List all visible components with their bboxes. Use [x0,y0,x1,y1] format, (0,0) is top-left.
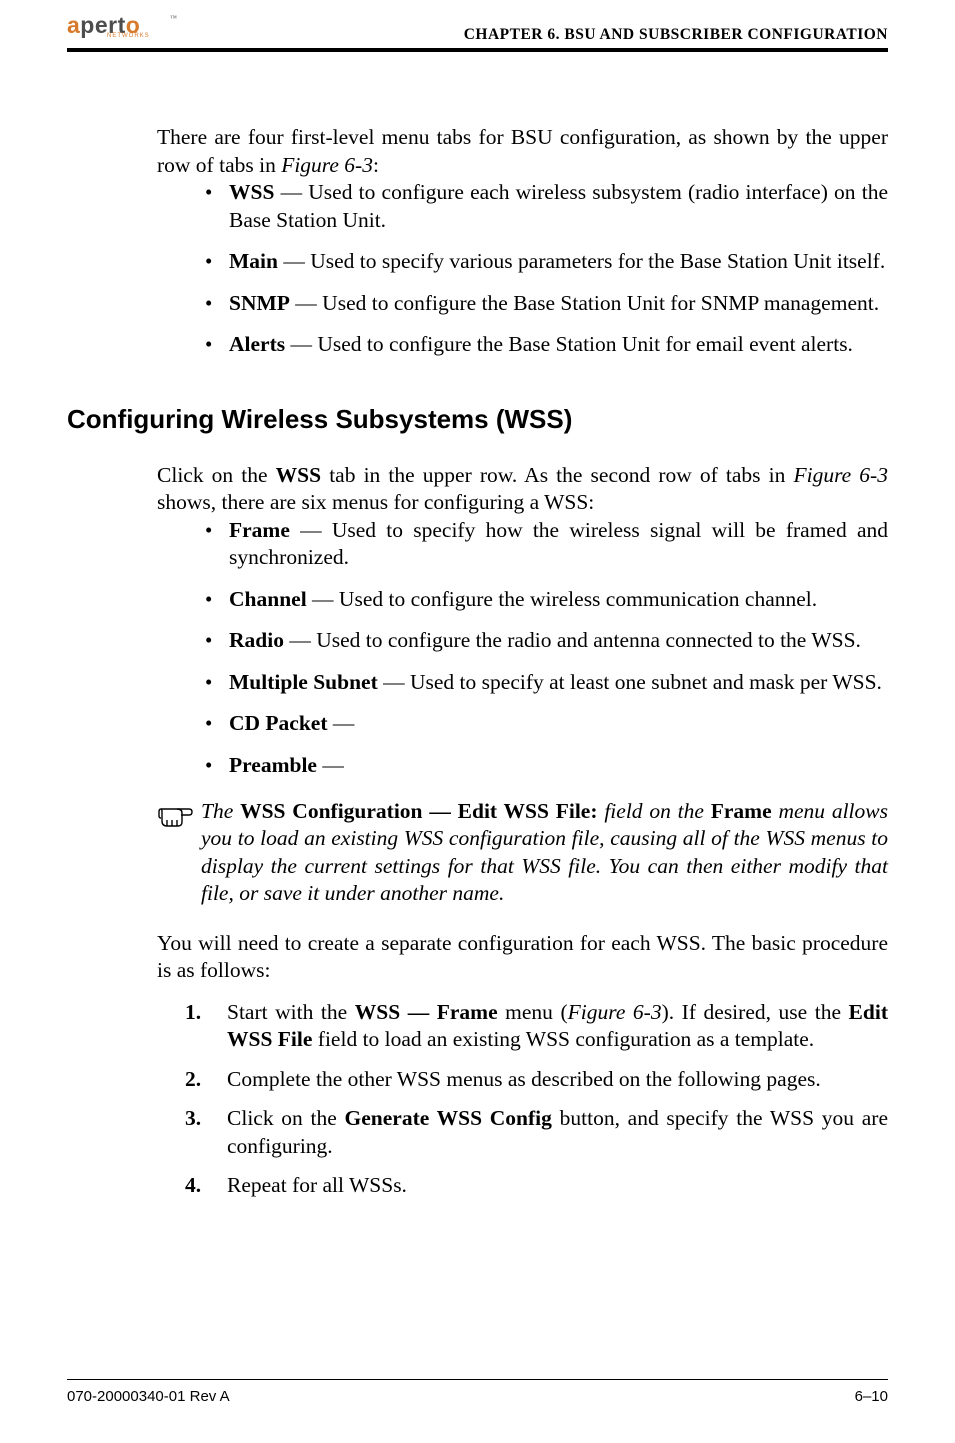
list-item: Radio — Used to configure the radio and … [205,627,888,655]
list-item: Click on the Generate WSS Config button,… [185,1105,888,1160]
term: WSS [229,180,274,204]
term: Preamble [229,753,317,777]
text: field to load an existing WSS configurat… [312,1027,814,1051]
term: Main [229,249,278,273]
procedure-intro: You will need to create a separate confi… [157,930,888,985]
pointing-hand-icon [157,798,201,838]
term: CD Packet [229,711,328,735]
list-item: Frame — Used to specify how the wireless… [205,517,888,572]
procedure-steps: Start with the WSS — Frame menu (Figure … [157,999,888,1200]
list-item: Repeat for all WSSs. [185,1172,888,1200]
page-header: aperto NETWORKS ™ CHAPTER 6. BSU AND SUB… [67,12,888,44]
logo: aperto NETWORKS ™ [67,12,179,44]
intro-text-b: : [373,153,379,177]
term: Frame [229,518,290,542]
wss-menus-list: Frame — Used to specify how the wireless… [157,517,888,780]
figure-reference: Figure 6-3 [793,463,888,487]
desc: — [328,711,355,735]
list-item: Channel — Used to configure the wireless… [205,586,888,614]
list-item: SNMP — Used to configure the Base Statio… [205,290,888,318]
list-item: Start with the WSS — Frame menu (Figure … [185,999,888,1054]
first-level-tabs-list: WSS — Used to configure each wireless su… [157,179,888,359]
logo-trademark: ™ [170,14,177,22]
document-id: 070-20000340-01 Rev A [67,1388,230,1405]
list-item: CD Packet — [205,710,888,738]
text: menu ( [498,1000,568,1024]
intro-paragraph: There are four first-level menu tabs for… [157,124,888,179]
text: Complete the other WSS menus as describe… [227,1067,821,1091]
figure-reference: Figure 6-3 [281,153,373,177]
section-heading: Configuring Wireless Subsystems (WSS) [67,403,888,436]
intro-text-a: There are four first-level menu tabs for… [157,125,888,177]
text: Start with the [227,1000,355,1024]
term: WSS — Frame [355,1000,498,1024]
term: Multiple Subnet [229,670,378,694]
wss-intro-paragraph: Click on the WSS tab in the upper row. A… [157,462,888,517]
term: Generate WSS Config [345,1106,552,1130]
desc: — Used to configure the wireless communi… [307,587,817,611]
desc: — Used to specify at least one subnet an… [378,670,882,694]
text: Repeat for all WSSs. [227,1173,407,1197]
list-item: WSS — Used to configure each wireless su… [205,179,888,234]
list-item: Complete the other WSS menus as describe… [185,1066,888,1094]
desc: — Used to configure the radio and antenn… [284,628,861,652]
list-item: Preamble — [205,752,888,780]
term: Radio [229,628,284,652]
page-footer: 070-20000340-01 Rev A 6–10 [67,1379,888,1406]
note-block: The WSS Configuration — Edit WSS File: f… [157,798,888,908]
term: WSS Configuration — Edit WSS File: [240,799,597,823]
term: WSS [276,463,321,487]
text: Click on the [227,1106,345,1130]
list-item: Main — Used to specify various parameter… [205,248,888,276]
text: tab in the upper row. As the second row … [321,463,793,487]
desc: — Used to configure each wireless subsys… [229,180,888,232]
text: Click on the [157,463,276,487]
term: Alerts [229,332,285,356]
desc: — Used to configure the Base Station Uni… [285,332,853,356]
footer-rule [67,1379,888,1381]
term: SNMP [229,291,290,315]
page-number: 6–10 [855,1388,888,1405]
desc: — [317,753,344,777]
term: Frame [711,799,772,823]
note-text: The WSS Configuration — Edit WSS File: f… [201,798,888,908]
text: shows, there are six menus for configuri… [157,490,594,514]
desc: — Used to specify various parameters for… [278,249,885,273]
text: The [201,799,240,823]
text: field on the [598,799,711,823]
figure-reference: Figure 6-3 [568,1000,662,1024]
term: Channel [229,587,307,611]
logo-subtext: NETWORKS [107,33,150,39]
text: ). If desired, use the [662,1000,849,1024]
desc: — Used to specify how the wireless signa… [229,518,888,570]
list-item: Alerts — Used to configure the Base Stat… [205,331,888,359]
running-header: CHAPTER 6. BSU AND SUBSCRIBER CONFIGURAT… [464,12,888,44]
list-item: Multiple Subnet — Used to specify at lea… [205,669,888,697]
page-content: There are four first-level menu tabs for… [67,52,888,1200]
desc: — Used to configure the Base Station Uni… [290,291,879,315]
